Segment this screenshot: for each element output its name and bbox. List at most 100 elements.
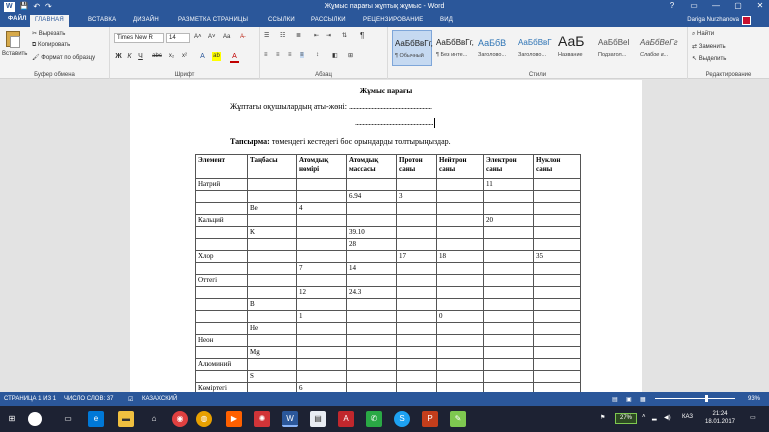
table-cell[interactable]: [533, 226, 581, 239]
table-cell[interactable]: [296, 346, 347, 359]
table-cell[interactable]: [195, 346, 248, 359]
superscript-button[interactable]: x²: [180, 52, 189, 61]
tab-home[interactable]: ГЛАВНАЯ: [30, 15, 69, 27]
notes-app-icon[interactable]: ✎: [450, 411, 466, 427]
table-cell[interactable]: [396, 262, 437, 275]
table-cell[interactable]: Be: [247, 202, 297, 215]
table-cell[interactable]: 1: [296, 310, 347, 323]
table-cell[interactable]: 28: [346, 238, 397, 251]
table-cell[interactable]: 35: [533, 250, 581, 263]
table-cell[interactable]: [533, 370, 581, 383]
table-cell[interactable]: [296, 178, 347, 191]
copy-button[interactable]: ⧉ Копировать: [32, 42, 70, 49]
tab-design[interactable]: ДИЗАЙН: [133, 17, 159, 23]
align-right-icon[interactable]: ≡: [288, 52, 292, 58]
table-cell[interactable]: [483, 358, 534, 371]
table-cell[interactable]: 14: [346, 262, 397, 275]
table-cell[interactable]: Хлор: [195, 250, 248, 263]
document-app-icon[interactable]: ▤: [310, 411, 326, 427]
font-name-select[interactable]: Times New R: [114, 33, 164, 43]
tab-review[interactable]: РЕЦЕНЗИРОВАНИЕ: [363, 17, 424, 23]
table-cell[interactable]: [247, 382, 297, 392]
table-cell[interactable]: [533, 310, 581, 323]
table-cell[interactable]: [396, 178, 437, 191]
table-cell[interactable]: [247, 310, 297, 323]
pilcrow-icon[interactable]: ¶: [360, 31, 364, 40]
table-cell[interactable]: [247, 274, 297, 287]
tab-layout[interactable]: РАЗМЕТКА СТРАНИЦЫ: [178, 17, 248, 23]
table-cell[interactable]: [396, 370, 437, 383]
align-left-icon[interactable]: ≡: [264, 52, 268, 58]
tab-insert[interactable]: ВСТАВКА: [88, 17, 116, 23]
format-painter-button[interactable]: 🖌 Формат по образцу: [32, 54, 95, 61]
table-cell[interactable]: [346, 298, 397, 311]
increase-indent-icon[interactable]: ⇥: [326, 32, 331, 39]
table-cell[interactable]: [195, 370, 248, 383]
edge-browser-icon[interactable]: e: [88, 411, 104, 427]
table-cell[interactable]: [346, 310, 397, 323]
table-cell[interactable]: [247, 358, 297, 371]
shading-icon[interactable]: ◧: [332, 52, 338, 59]
word-count[interactable]: ЧИСЛО СЛОВ: 37: [64, 396, 113, 402]
table-cell[interactable]: [296, 214, 347, 227]
table-cell[interactable]: [436, 322, 484, 335]
document-workspace[interactable]: Жұмыс парағы Жұптағы оқушылардың аты-жөн…: [0, 80, 769, 392]
table-cell[interactable]: 4: [296, 202, 347, 215]
table-cell[interactable]: [483, 274, 534, 287]
close-button[interactable]: ✕: [753, 1, 767, 10]
style-subtitle[interactable]: АаБбВеІ Подзагол...: [596, 30, 636, 66]
table-cell[interactable]: Алюминий: [195, 358, 248, 371]
table-cell[interactable]: [436, 178, 484, 191]
table-cell[interactable]: 6.94: [346, 190, 397, 203]
table-cell[interactable]: [296, 274, 347, 287]
table-cell[interactable]: [483, 202, 534, 215]
table-cell[interactable]: [436, 226, 484, 239]
print-layout-icon[interactable]: ▣: [626, 396, 632, 403]
table-cell[interactable]: [483, 286, 534, 299]
style-title[interactable]: АаБ Название: [556, 30, 596, 66]
strikethrough-button[interactable]: abc: [150, 52, 164, 61]
whatsapp-icon[interactable]: ✆: [366, 411, 382, 427]
table-cell[interactable]: [195, 226, 248, 239]
table-cell[interactable]: [247, 238, 297, 251]
tab-references[interactable]: ССЫЛКИ: [268, 17, 295, 23]
table-cell[interactable]: [195, 238, 248, 251]
table-cell[interactable]: 18: [436, 250, 484, 263]
table-cell[interactable]: [396, 334, 437, 347]
table-cell[interactable]: [436, 214, 484, 227]
italic-button[interactable]: К: [125, 52, 134, 61]
table-cell[interactable]: He: [247, 322, 297, 335]
table-cell[interactable]: [533, 358, 581, 371]
table-cell[interactable]: [533, 202, 581, 215]
table-cell[interactable]: [483, 262, 534, 275]
firefox-icon[interactable]: ◍: [196, 411, 212, 427]
table-cell[interactable]: [436, 202, 484, 215]
zoom-slider[interactable]: [655, 398, 735, 399]
font-size-select[interactable]: 14: [166, 33, 190, 43]
table-cell[interactable]: [247, 262, 297, 275]
avatar[interactable]: [742, 16, 751, 25]
table-cell[interactable]: [436, 274, 484, 287]
table-cell[interactable]: [483, 226, 534, 239]
table-cell[interactable]: [533, 286, 581, 299]
table-cell[interactable]: [396, 298, 437, 311]
find-button[interactable]: ⌕ Найти: [692, 31, 714, 38]
table-cell[interactable]: [396, 346, 437, 359]
user-name[interactable]: Dariga Nurzhanova: [687, 17, 739, 23]
numbering-icon[interactable]: ☷: [280, 32, 285, 39]
cut-button[interactable]: ✂ Вырезать: [32, 30, 65, 37]
table-cell[interactable]: [436, 382, 484, 392]
zoom-level[interactable]: 93%: [748, 396, 760, 402]
table-cell[interactable]: S: [247, 370, 297, 383]
skype-icon[interactable]: S: [394, 411, 410, 427]
home-icon[interactable]: ⌂: [146, 411, 162, 427]
table-cell[interactable]: [346, 322, 397, 335]
subscript-button[interactable]: x₂: [167, 52, 176, 61]
table-cell[interactable]: 7: [296, 262, 347, 275]
page-count[interactable]: СТРАНИЦА 1 ИЗ 1: [4, 396, 56, 402]
table-cell[interactable]: [436, 358, 484, 371]
style-normal[interactable]: АаБбВвГг, ¶ Обычный: [392, 30, 433, 66]
file-explorer-icon[interactable]: ▬: [118, 411, 134, 427]
table-cell[interactable]: [396, 214, 437, 227]
align-center-icon[interactable]: ≡: [276, 52, 280, 58]
